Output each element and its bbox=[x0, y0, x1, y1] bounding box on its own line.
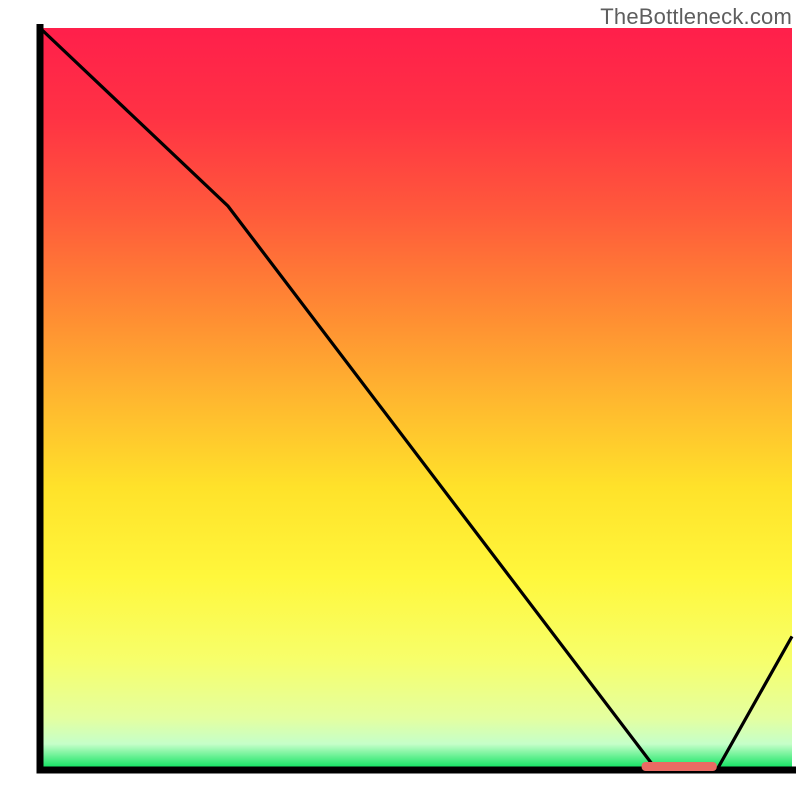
chart-container: TheBottleneck.com bbox=[0, 0, 800, 800]
bottleneck-line-chart bbox=[0, 0, 800, 800]
watermark-text: TheBottleneck.com bbox=[600, 4, 792, 30]
flat-minimum-marker bbox=[642, 762, 717, 771]
plot-background bbox=[40, 28, 792, 770]
